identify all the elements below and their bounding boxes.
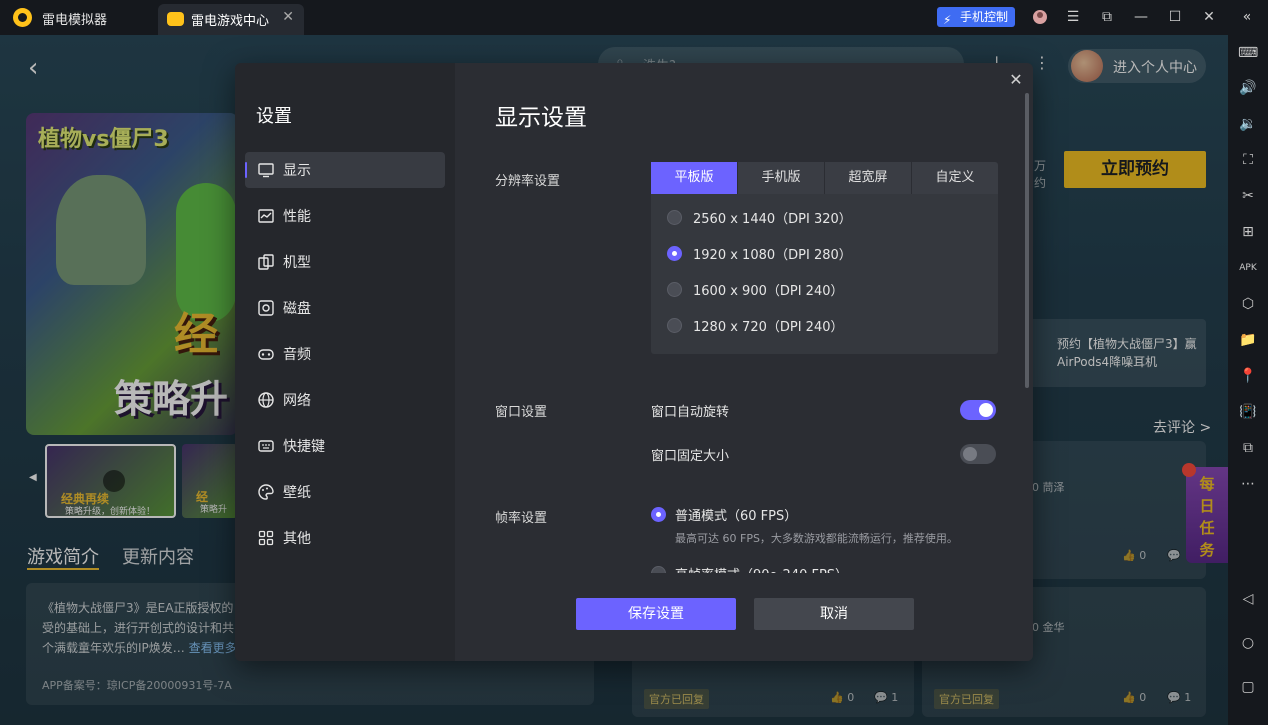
radio-button[interactable] <box>667 210 682 225</box>
phone-control-button[interactable]: ⚡ 手机控制 <box>937 7 1015 27</box>
scrollbar-thumb[interactable] <box>1025 93 1029 388</box>
nav-item-network[interactable]: 网络 <box>245 382 445 418</box>
settings-dialog: 设置 显示 性能 机型 磁盘 音频 网络 快捷键 壁纸 其他 ✕ 显示设置 分辨… <box>235 63 1033 661</box>
radio-label: 2560 x 1440（DPI 320） <box>693 212 852 227</box>
monitor-icon <box>258 163 274 178</box>
radio-button[interactable] <box>667 318 682 333</box>
nav-item-wallpaper[interactable]: 壁纸 <box>245 474 445 510</box>
android-back-icon[interactable]: ◁ <box>1238 589 1258 609</box>
audio-icon <box>258 349 274 360</box>
nav-label: 磁盘 <box>283 301 311 317</box>
nav-item-other[interactable]: 其他 <box>245 520 445 556</box>
settings-content: ✕ 显示设置 分辨率设置 平板版 手机版 超宽屏 自定义 2560 x 1440… <box>455 63 1033 661</box>
keyboard-mapping-icon[interactable]: ⌨ <box>1238 43 1258 63</box>
resolution-options: 2560 x 1440（DPI 320） 1920 x 1080（DPI 280… <box>651 194 998 354</box>
tab-ultrawide[interactable]: 超宽屏 <box>825 162 912 194</box>
folder-icon[interactable]: 📁 <box>1238 330 1258 350</box>
cancel-button[interactable]: 取消 <box>754 598 914 630</box>
minimize-icon[interactable]: — <box>1130 6 1152 28</box>
nav-label: 网络 <box>283 393 311 409</box>
radio-label: 普通模式（60 FPS） <box>675 509 798 524</box>
settings-gear-icon[interactable]: ⬡ <box>1238 294 1258 314</box>
tab-tablet[interactable]: 平板版 <box>651 162 738 194</box>
dialog-footer <box>455 573 1033 661</box>
close-window-icon[interactable]: ✕ <box>1198 6 1220 28</box>
toggle-knob <box>963 447 977 461</box>
page-title: 显示设置 <box>495 105 587 131</box>
emulator-toolbar: ⌨ 🔊 🔉 ⛶ ✂ ⊞ APK ⬡ 📁 📍 📳 ⧉ ⋯ ◁ ○ ▢ <box>1228 35 1268 725</box>
scrollbar[interactable] <box>1025 93 1029 493</box>
tab-custom[interactable]: 自定义 <box>912 162 998 194</box>
screenshot-icon[interactable]: ✂ <box>1238 186 1258 206</box>
tab-phone[interactable]: 手机版 <box>738 162 825 194</box>
fullscreen-icon[interactable]: ⛶ <box>1238 150 1258 170</box>
nav-label: 壁纸 <box>283 485 311 501</box>
android-recents-icon[interactable]: ▢ <box>1238 677 1258 697</box>
app-name: 雷电模拟器 <box>42 13 108 28</box>
tab-game-center[interactable]: 雷电游戏中心 ✕ <box>158 4 304 35</box>
apk-install-icon[interactable]: APK <box>1238 258 1258 278</box>
nav-label: 显示 <box>283 163 311 179</box>
nav-item-audio[interactable]: 音频 <box>245 336 445 372</box>
close-icon[interactable]: ✕ <box>1007 71 1025 89</box>
title-bar: 雷电模拟器 雷电游戏中心 ✕ ⚡ 手机控制 ☰ ⧉ — ☐ ✕ « <box>0 0 1268 35</box>
fps-section-label: 帧率设置 <box>495 511 548 526</box>
nav-label: 其他 <box>283 531 311 547</box>
nav-label: 性能 <box>283 209 311 225</box>
nav-item-disk[interactable]: 磁盘 <box>245 290 445 326</box>
multi-instance-icon[interactable]: ⊞ <box>1238 222 1258 242</box>
more-options-icon[interactable]: ⋯ <box>1238 474 1258 494</box>
nav-item-display[interactable]: 显示 <box>245 152 445 188</box>
lightning-icon: ⚡ <box>943 13 952 27</box>
radio-button[interactable] <box>667 246 682 261</box>
volume-up-icon[interactable]: 🔊 <box>1238 78 1258 98</box>
gamepad-icon <box>167 12 184 26</box>
radio-label: 1920 x 1080（DPI 280） <box>693 248 852 263</box>
fixed-size-toggle[interactable] <box>960 444 996 464</box>
fixed-size-label: 窗口固定大小 <box>651 449 730 464</box>
wallpaper-icon <box>258 484 274 500</box>
radio-label: 1600 x 900（DPI 240） <box>693 284 844 299</box>
sync-icon[interactable]: ⧉ <box>1238 438 1258 458</box>
nav-item-performance[interactable]: 性能 <box>245 198 445 234</box>
menu-icon[interactable]: ☰ <box>1062 6 1084 28</box>
settings-nav: 设置 显示 性能 机型 磁盘 音频 网络 快捷键 壁纸 其他 <box>235 63 455 661</box>
auto-rotate-label: 窗口自动旋转 <box>651 405 730 420</box>
location-icon[interactable]: 📍 <box>1238 366 1258 386</box>
resolution-section-label: 分辨率设置 <box>495 174 561 189</box>
restore-window-icon[interactable]: ⧉ <box>1096 6 1118 28</box>
fps-normal-hint: 最高可达 60 FPS，大多数游戏都能流畅运行，推荐使用。 <box>675 532 958 545</box>
auto-rotate-toggle[interactable] <box>960 400 996 420</box>
settings-title: 设置 <box>256 106 292 127</box>
radio-button[interactable] <box>651 507 666 522</box>
disk-icon <box>258 300 274 316</box>
other-icon <box>258 530 274 546</box>
toggle-knob <box>979 403 993 417</box>
nav-item-device-model[interactable]: 机型 <box>245 244 445 280</box>
tab-close-icon[interactable]: ✕ <box>282 9 294 25</box>
resolution-tabs: 平板版 手机版 超宽屏 自定义 <box>651 162 998 194</box>
nav-label: 音频 <box>283 347 311 363</box>
maximize-icon[interactable]: ☐ <box>1164 6 1186 28</box>
nav-label: 快捷键 <box>283 439 325 455</box>
keyboard-icon <box>258 440 274 452</box>
save-settings-button[interactable]: 保存设置 <box>576 598 736 630</box>
app-logo-icon <box>13 8 32 27</box>
tab-label: 雷电游戏中心 <box>191 14 270 29</box>
volume-down-icon[interactable]: 🔉 <box>1238 114 1258 134</box>
shake-icon[interactable]: 📳 <box>1238 402 1258 422</box>
collapse-sidebar-icon[interactable]: « <box>1236 6 1258 28</box>
phone-control-label: 手机控制 <box>960 10 1009 24</box>
window-section-label: 窗口设置 <box>495 405 548 420</box>
nav-label: 机型 <box>283 255 311 271</box>
android-home-icon[interactable]: ○ <box>1238 633 1258 653</box>
device-model-icon <box>258 254 274 270</box>
nav-item-hotkeys[interactable]: 快捷键 <box>245 428 445 464</box>
radio-label: 1280 x 720（DPI 240） <box>693 320 844 335</box>
network-icon <box>258 392 274 408</box>
radio-button[interactable] <box>667 282 682 297</box>
performance-icon <box>258 209 274 223</box>
user-avatar-icon[interactable] <box>1029 6 1051 28</box>
